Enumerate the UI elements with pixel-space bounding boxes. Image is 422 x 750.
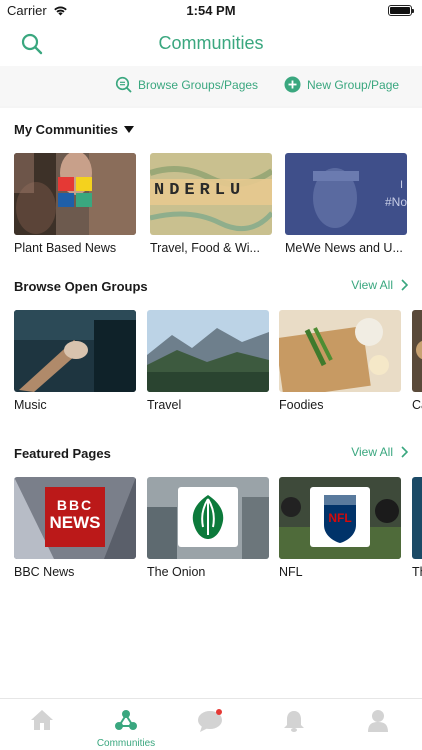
group-label: Foodies	[279, 398, 324, 412]
browse-open-groups-header: Browse Open Groups	[14, 279, 148, 294]
bbc-news-logo: BBC NEWS	[45, 487, 105, 547]
chevron-right-icon	[401, 279, 408, 291]
open-groups-row: Music Travel Foodies C	[14, 310, 422, 420]
bbc-logo-line1: BBC	[56, 497, 94, 513]
tab-profile[interactable]	[348, 709, 408, 738]
travel-thumbnail	[147, 310, 269, 392]
community-card[interactable]: NDERLU Travel, Food & Wi...	[150, 153, 272, 255]
group-card[interactable]: Travel	[147, 310, 269, 412]
my-communities-title: My Communities	[14, 122, 119, 137]
mewe-news-thumbnail: I #No	[285, 153, 407, 235]
home-icon	[31, 710, 53, 730]
communities-icon	[115, 710, 137, 730]
scrabble-text: NDERLU	[154, 181, 246, 200]
my-communities-row: Plant Based News NDERLU Travel, Food & W…	[14, 153, 422, 263]
bbc-logo-line2: NEWS	[49, 513, 101, 532]
community-label: Plant Based News	[14, 241, 117, 255]
action-bar: Browse Groups/Pages New Group/Page	[0, 66, 422, 106]
bbc-news-thumbnail: BBC NEWS	[14, 477, 136, 559]
view-all-label: View All	[351, 278, 393, 292]
plant-based-news-thumbnail	[14, 153, 136, 235]
page-label: The Onion	[147, 565, 206, 579]
page-label: NFL	[279, 565, 303, 579]
featured-pages-header: Featured Pages	[14, 446, 111, 461]
new-group-page-button[interactable]: New Group/Page	[284, 76, 399, 93]
group-card[interactable]: Foodies	[279, 310, 401, 412]
tab-home[interactable]	[12, 709, 72, 736]
community-label: Travel, Food & Wi...	[150, 241, 260, 255]
caret-down-icon	[124, 126, 135, 133]
chevron-right-icon	[401, 446, 408, 458]
nfl-thumbnail: NFL	[279, 477, 401, 559]
partial-group-thumbnail	[412, 310, 422, 392]
travel-food-thumbnail: NDERLU	[150, 153, 272, 235]
community-card[interactable]: I #No MeWe News and U...	[285, 153, 407, 255]
featured-pages-title: Featured Pages	[14, 446, 111, 461]
featured-pages-row: BBC NEWS BBC News The Onion NFL NFL T	[14, 477, 422, 587]
nav-bar: Communities	[0, 22, 422, 66]
foodies-thumbnail	[279, 310, 401, 392]
partial-page-thumbnail	[412, 477, 422, 559]
browse-groups-pages-button[interactable]: Browse Groups/Pages	[115, 76, 258, 93]
mewe-thumb-line1: I	[399, 179, 403, 191]
browse-open-groups-view-all[interactable]: View All	[351, 278, 408, 292]
music-thumbnail	[14, 310, 136, 392]
page-label: Th	[412, 565, 422, 579]
page-card[interactable]: NFL NFL	[279, 477, 401, 579]
chat-notification-dot	[216, 709, 222, 715]
browse-search-icon	[115, 76, 132, 93]
page-label: BBC News	[14, 565, 75, 579]
browse-groups-pages-label: Browse Groups/Pages	[138, 77, 259, 92]
profile-icon	[368, 710, 388, 732]
nfl-logo-text: NFL	[328, 511, 352, 525]
tab-notifications[interactable]	[264, 709, 324, 738]
status-time: 1:54 PM	[186, 3, 236, 18]
plus-circle-icon	[284, 76, 301, 93]
group-card[interactable]: Music	[14, 310, 136, 412]
group-label: Travel	[147, 398, 182, 412]
browse-open-groups-title: Browse Open Groups	[14, 279, 148, 294]
page-card[interactable]: BBC NEWS BBC News	[14, 477, 136, 579]
tab-communities-label: Communities	[96, 738, 156, 749]
bell-icon	[284, 711, 304, 732]
community-card[interactable]: Plant Based News	[14, 153, 136, 255]
battery-icon	[388, 5, 414, 16]
group-label: Ca	[412, 398, 422, 412]
my-communities-dropdown[interactable]: My Communities	[14, 122, 135, 137]
tab-communities[interactable]: Communities	[96, 709, 156, 749]
the-onion-thumbnail	[147, 477, 269, 559]
tab-chat[interactable]	[180, 709, 240, 738]
status-bar: Carrier 1:54 PM	[0, 0, 422, 22]
page-title: Communities	[158, 33, 264, 53]
group-label: Music	[14, 398, 47, 412]
new-group-page-label: New Group/Page	[307, 77, 400, 92]
page-card[interactable]: Th	[412, 477, 422, 579]
mewe-thumb-line2: #No	[384, 195, 407, 209]
featured-pages-view-all[interactable]: View All	[351, 445, 408, 459]
main-content: My Communities Plant Based News NDERLU T…	[0, 108, 422, 698]
view-all-label: View All	[351, 445, 393, 459]
page-card[interactable]: The Onion	[147, 477, 269, 579]
community-label: MeWe News and U...	[285, 241, 403, 255]
group-card[interactable]: Ca	[412, 310, 422, 412]
tab-bar: Communities	[0, 698, 422, 750]
